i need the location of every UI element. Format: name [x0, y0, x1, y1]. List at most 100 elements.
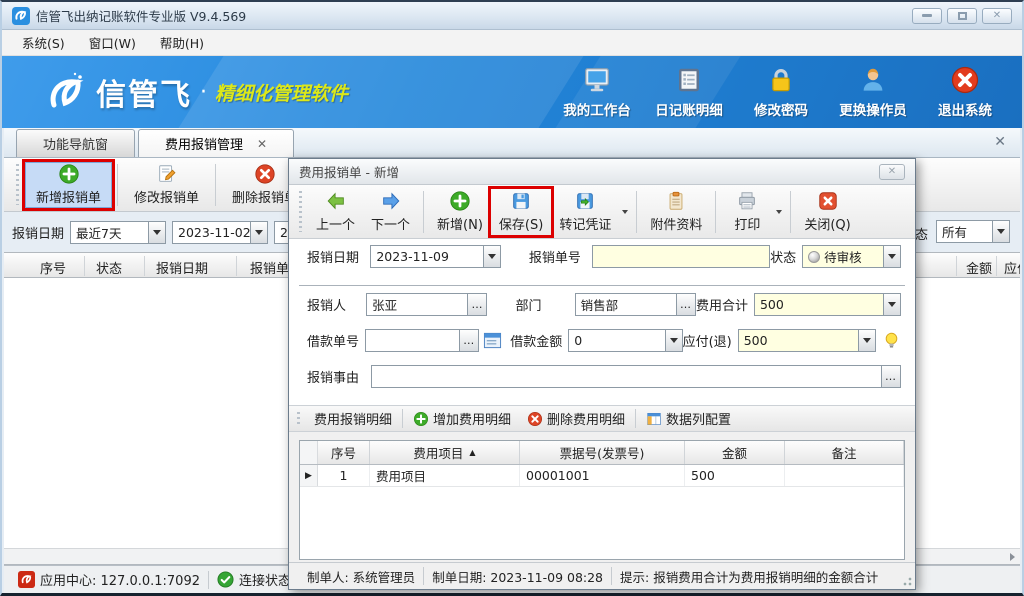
lookup-ellipsis-icon[interactable]: …	[881, 366, 900, 387]
monitor-icon	[581, 64, 613, 96]
scroll-right-icon[interactable]	[1004, 549, 1020, 564]
row-pointer-icon: ▶	[300, 465, 318, 486]
banner-button-operator[interactable]: 更换操作员	[832, 61, 914, 124]
document-close-icon[interactable]: ✕	[994, 134, 1006, 150]
tab-expense-management[interactable]: 费用报销管理 ✕	[138, 129, 294, 157]
dialog-title-bar: 费用报销单 - 新增 ✕	[289, 159, 915, 185]
edit-expense-form-button[interactable]: 修改报销单	[123, 162, 210, 208]
cell-note	[785, 465, 904, 486]
loan-amount-label: 借款金额	[510, 331, 562, 350]
close-form-button[interactable]: 关闭(Q)	[796, 189, 858, 235]
banner-button-exit[interactable]: 退出系统	[924, 61, 1006, 124]
banner-button-password[interactable]: 修改密码	[740, 61, 822, 124]
menu-help[interactable]: 帮助(H)	[148, 30, 216, 55]
add-icon	[449, 190, 471, 212]
detail-table: 序号 费用项目 ▲ 票据号(发票号) 金额 备注 ▶ 1 费用项目 000010…	[299, 440, 905, 560]
reason-field[interactable]: …	[371, 365, 901, 388]
date-from-select[interactable]: 2023-11-02	[172, 221, 268, 244]
banner-button-journal[interactable]: 日记账明细	[648, 61, 730, 124]
column-header-amount[interactable]: 金额	[966, 258, 992, 277]
status-field[interactable]: 待审核	[802, 245, 901, 268]
previous-record-button[interactable]: 上一个	[308, 189, 363, 235]
banner-button-label: 退出系统	[938, 99, 992, 119]
column-header-status[interactable]: 状态	[96, 258, 122, 277]
add-detail-button[interactable]: 增加费用明细	[405, 409, 519, 428]
payable-label: 应付(退)	[683, 331, 732, 350]
detail-col-ticket[interactable]: 票据号(发票号)	[520, 441, 685, 464]
add-expense-form-button[interactable]: 新增报销单	[25, 162, 112, 208]
minimize-button[interactable]	[912, 8, 942, 24]
delete-detail-button[interactable]: 删除费用明细	[519, 409, 633, 428]
voucher-floppy-icon	[574, 190, 596, 212]
expense-date-field[interactable]: 2023-11-09	[370, 245, 501, 268]
button-label: 转记凭证	[559, 214, 611, 233]
column-separator	[236, 256, 237, 276]
save-button[interactable]: 保存(S)	[491, 189, 551, 235]
toolbar-separator	[635, 409, 636, 428]
payable-field[interactable]: 500	[738, 329, 876, 352]
tab-navigation[interactable]: 功能导航窗	[16, 129, 135, 157]
detail-col-item[interactable]: 费用项目 ▲	[370, 441, 520, 464]
dropdown-icon	[148, 222, 165, 243]
menu-system[interactable]: 系统(S)	[10, 30, 77, 55]
detail-table-row[interactable]: ▶ 1 费用项目 00001001 500	[300, 465, 904, 487]
detail-col-note[interactable]: 备注	[785, 441, 904, 464]
status-filter-select[interactable]: 所有	[936, 220, 1010, 243]
banner-button-workbench[interactable]: 我的工作台	[556, 61, 638, 124]
dropdown-icon	[250, 222, 267, 243]
hint-lightbulb-icon[interactable]	[882, 331, 901, 350]
maximize-button[interactable]	[947, 8, 977, 24]
sort-ascending-icon: ▲	[469, 448, 475, 457]
loan-list-icon[interactable]	[483, 331, 502, 350]
button-label: 新增(N)	[437, 214, 483, 233]
expense-no-field[interactable]	[592, 245, 770, 268]
lookup-ellipsis-icon[interactable]: …	[676, 294, 695, 315]
loan-amount-field[interactable]: 0	[568, 329, 682, 352]
print-dropdown-icon[interactable]	[773, 189, 785, 235]
button-label: 数据列配置	[666, 409, 731, 428]
loan-no-field[interactable]: …	[365, 329, 479, 352]
menu-window[interactable]: 窗口(W)	[77, 30, 148, 55]
person-field[interactable]: 张亚 …	[366, 293, 487, 316]
field-value: 待审核	[824, 247, 883, 266]
resize-grip[interactable]	[902, 576, 912, 586]
next-record-button[interactable]: 下一个	[363, 189, 418, 235]
post-voucher-button[interactable]: 转记凭证	[551, 189, 619, 235]
column-header-date[interactable]: 报销日期	[156, 258, 208, 277]
dialog-close-button[interactable]: ✕	[879, 164, 905, 180]
button-label: 新增报销单	[36, 187, 101, 206]
column-config-button[interactable]: 数据列配置	[638, 409, 739, 428]
column-header-seq[interactable]: 序号	[40, 258, 66, 277]
date-range-select[interactable]: 最近7天	[70, 221, 166, 244]
cell-ticket: 00001001	[520, 465, 685, 486]
field-value: 销售部	[581, 295, 676, 314]
tab-label: 费用报销管理	[165, 134, 243, 153]
select-value: 所有	[942, 222, 992, 241]
lock-icon	[765, 64, 797, 96]
app-logo-icon	[12, 7, 30, 25]
new-record-button[interactable]: 新增(N)	[429, 189, 491, 235]
column-separator	[144, 256, 145, 276]
expense-form: 报销日期 2023-11-09 报销单号 状态 待审核 报销人 张亚 …	[289, 239, 915, 405]
column-header-no[interactable]: 报销单	[250, 258, 289, 277]
detail-col-seq[interactable]: 序号	[318, 441, 370, 464]
tab-close-icon[interactable]: ✕	[257, 137, 267, 151]
print-button[interactable]: 打印	[721, 189, 773, 235]
field-value: 500	[760, 297, 883, 312]
lookup-ellipsis-icon[interactable]: …	[459, 330, 478, 351]
department-field[interactable]: 销售部 …	[575, 293, 696, 316]
toolbar-separator	[117, 164, 118, 206]
column-header-payable[interactable]: 应付	[1004, 258, 1020, 277]
lookup-ellipsis-icon[interactable]: …	[467, 294, 486, 315]
button-label: 下一个	[371, 214, 410, 233]
attachments-button[interactable]: 附件资料	[642, 189, 710, 235]
dialog-status-bar: 制单人: 系统管理员 制单日期: 2023-11-09 08:28 提示: 报销…	[289, 562, 915, 589]
button-label: 关闭(Q)	[804, 214, 850, 233]
voucher-dropdown-icon[interactable]	[619, 189, 631, 235]
button-label: 保存(S)	[499, 214, 543, 233]
field-value: 2023-11-09	[376, 249, 483, 264]
loan-no-label: 借款单号	[307, 331, 359, 350]
close-button[interactable]: ✕	[982, 8, 1012, 24]
total-field[interactable]: 500	[754, 293, 901, 316]
detail-col-amount[interactable]: 金额	[685, 441, 785, 464]
